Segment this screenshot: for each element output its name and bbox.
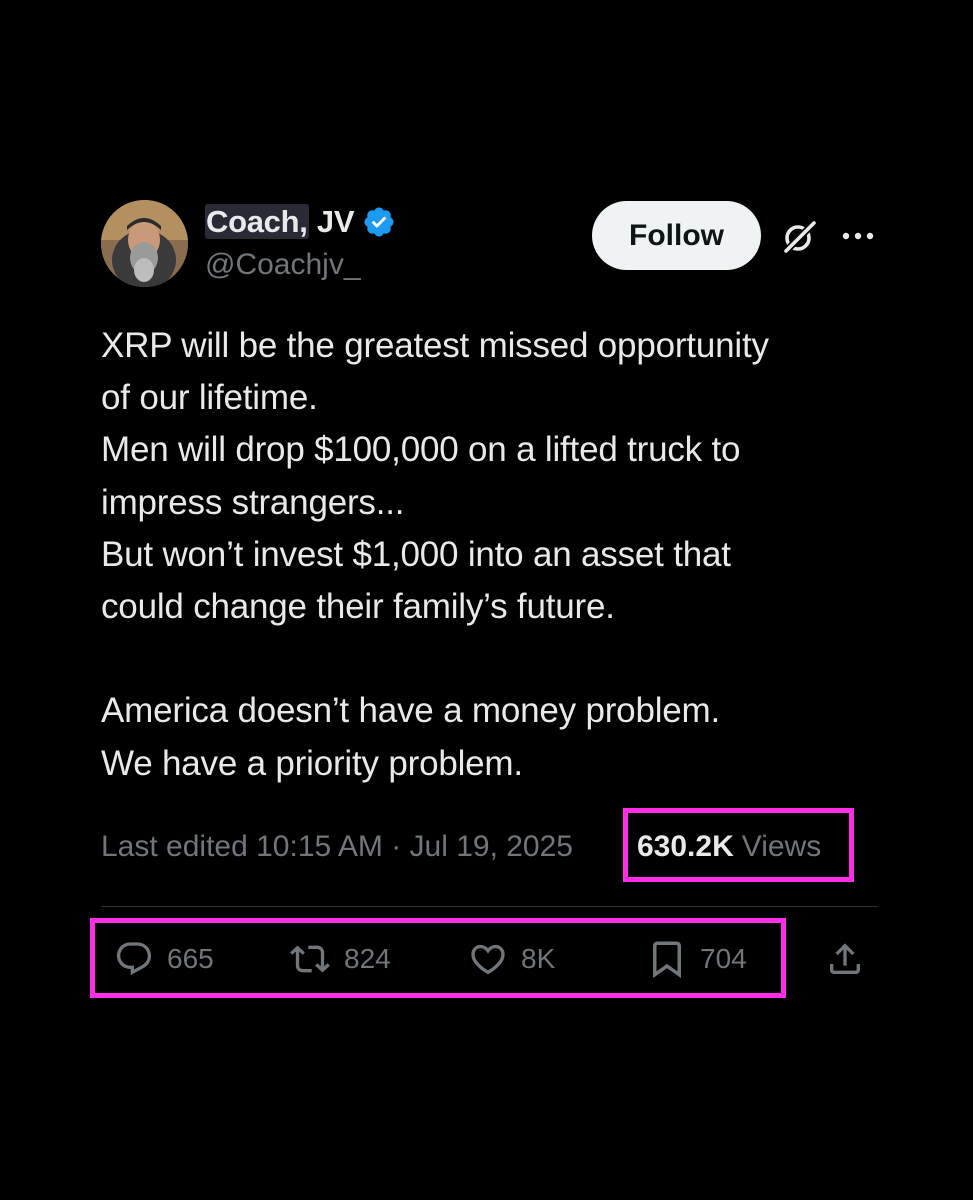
display-name: Coach, JV — [205, 204, 355, 240]
user-handle[interactable]: @Coachjv_ — [205, 248, 361, 282]
reply-count: 665 — [167, 943, 214, 974]
tweet-line: America doesn’t have a money problem. — [101, 691, 721, 731]
display-name-rest: JV — [308, 204, 355, 239]
tweet-card: Coach, JV @Coachjv_ Follow XRP will be t… — [0, 0, 973, 1200]
bookmark-icon — [653, 941, 681, 979]
tweet-line: We have a priority problem. — [101, 743, 523, 783]
tweet-line: Men will drop $100,000 on a lifted truck… — [101, 430, 741, 470]
bookmark-button[interactable]: 704 — [646, 936, 747, 982]
display-name-row[interactable]: Coach, JV — [205, 200, 396, 244]
views-number: 630.2K — [637, 830, 734, 863]
tweet-line: But won’t invest $1,000 into an asset th… — [101, 534, 731, 574]
grok-icon[interactable] — [780, 218, 818, 256]
tweet-line: impress strangers... — [101, 482, 405, 522]
paragraph-break — [101, 633, 881, 685]
verified-badge-icon — [364, 207, 394, 237]
tweet-line: could change their family’s future. — [101, 587, 615, 627]
like-count: 8K — [521, 943, 556, 974]
heart-icon — [471, 944, 505, 975]
repost-icon — [290, 945, 330, 973]
share-icon[interactable] — [825, 938, 865, 980]
bookmark-count: 704 — [700, 943, 747, 974]
follow-button[interactable]: Follow — [592, 201, 761, 270]
edited-timestamp[interactable]: Last edited 10:15 AM · Jul 19, 2025 — [101, 823, 573, 871]
divider — [101, 906, 878, 907]
avatar-image — [101, 200, 188, 287]
views-label: Views — [741, 830, 822, 863]
more-horizontal-icon[interactable] — [840, 226, 876, 246]
tweet-line: of our lifetime. — [101, 378, 318, 418]
reply-button[interactable]: 665 — [113, 936, 214, 982]
repost-button[interactable]: 824 — [288, 936, 391, 982]
views-count[interactable]: 630.2K Views — [637, 823, 821, 871]
display-name-highlight: Coach, — [205, 204, 309, 239]
repost-count: 824 — [344, 943, 391, 974]
avatar[interactable] — [101, 200, 188, 287]
tweet-text: XRP will be the greatest missed opportun… — [101, 320, 881, 790]
tweet-line: XRP will be the greatest missed opportun… — [101, 326, 769, 365]
like-button[interactable]: 8K — [467, 936, 555, 982]
reply-icon — [116, 942, 152, 976]
